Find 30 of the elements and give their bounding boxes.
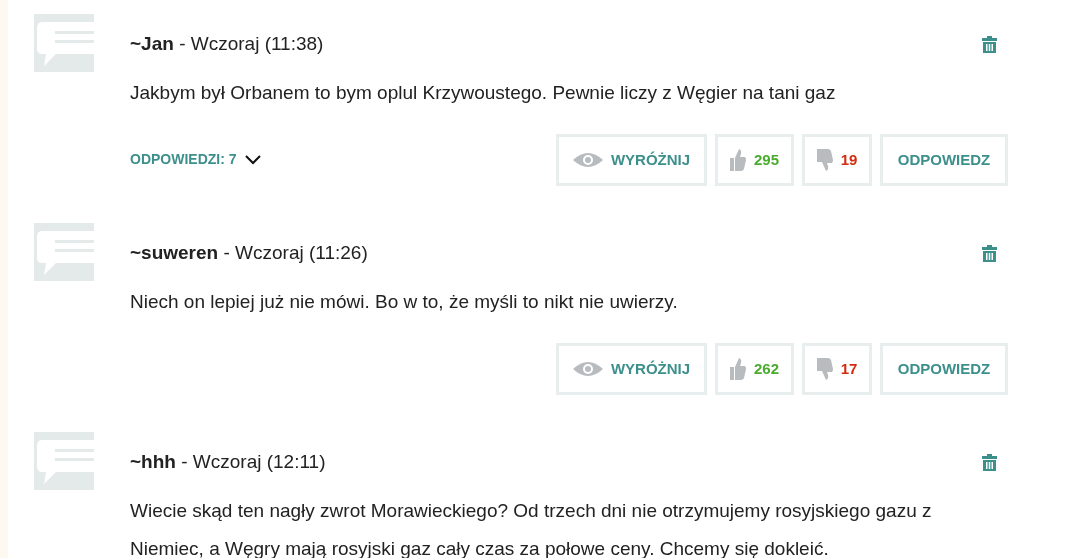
- eye-icon: [572, 361, 603, 377]
- comment-avatar-icon: [34, 223, 94, 281]
- replies-toggle[interactable]: ODPOWIEDZI: 7: [130, 149, 261, 170]
- thumbs-up-icon: [730, 358, 746, 380]
- comment-avatar-icon: [34, 14, 94, 72]
- reply-button[interactable]: ODPOWIEDZ: [880, 343, 1008, 395]
- like-button[interactable]: 262: [715, 343, 794, 395]
- author-name[interactable]: ~suweren: [130, 241, 219, 263]
- author-name[interactable]: ~hhh: [130, 450, 176, 472]
- dislike-button[interactable]: 17: [802, 343, 872, 395]
- reply-button[interactable]: ODPOWIEDZ: [880, 134, 1008, 186]
- dislike-button[interactable]: 19: [802, 134, 872, 186]
- delete-icon[interactable]: [982, 244, 997, 262]
- thumbs-up-icon: [730, 149, 746, 171]
- highlight-button[interactable]: WYRÓŻNIJ: [556, 134, 707, 186]
- comment-header: ~hhh - Wczoraj (12:11): [130, 449, 326, 474]
- comment-avatar-icon: [34, 432, 94, 490]
- eye-icon: [572, 152, 603, 168]
- thumbs-down-icon: [816, 149, 833, 171]
- comment-header: ~Jan - Wczoraj (11:38): [130, 31, 324, 56]
- comment-header: ~suweren - Wczoraj (11:26): [130, 240, 368, 265]
- chevron-down-icon: [244, 154, 261, 165]
- comment-text: Niech on lepiej już nie mówi. Bo w to, że myśli to nikt nie uwierzy.: [130, 290, 679, 314]
- thumbs-down-icon: [816, 358, 833, 380]
- delete-icon[interactable]: [982, 35, 997, 53]
- author-name[interactable]: ~Jan: [130, 32, 174, 54]
- like-button[interactable]: 295: [715, 134, 794, 186]
- delete-icon[interactable]: [982, 453, 997, 471]
- highlight-button[interactable]: WYRÓŻNIJ: [556, 343, 707, 395]
- comment-text: Jakbym był Orbanem to bym oplul Krzywoustego. Pewnie liczy z Węgier na tani gaz: [130, 81, 837, 105]
